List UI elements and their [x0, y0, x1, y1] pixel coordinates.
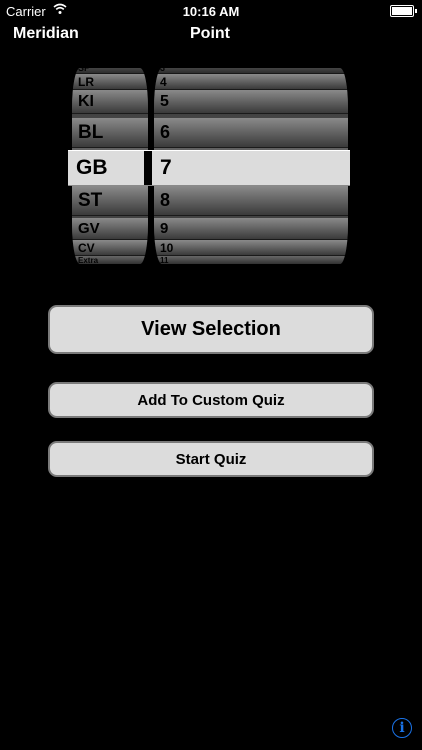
- point-option[interactable]: 11: [154, 256, 348, 264]
- add-to-custom-quiz-button[interactable]: Add To Custom Quiz: [48, 382, 374, 418]
- meridian-option[interactable]: GV: [72, 218, 148, 240]
- start-quiz-button[interactable]: Start Quiz: [48, 441, 374, 477]
- meridian-option[interactable]: LR: [72, 74, 148, 90]
- meridian-option[interactable]: BL: [72, 118, 148, 148]
- picker-selection-bar[interactable]: GB 7: [68, 150, 350, 186]
- view-selection-button[interactable]: View Selection: [48, 305, 374, 354]
- point-option[interactable]: 4: [154, 74, 348, 90]
- battery-icon: [390, 5, 417, 17]
- meridian-point-picker[interactable]: SP LR KI BL ST GV CV Extra 3 4 5 6 8 9 1…: [68, 68, 350, 264]
- meridian-option[interactable]: KI: [72, 90, 148, 114]
- status-bar: Carrier 10:16 AM: [0, 0, 422, 22]
- status-time: 10:16 AM: [182, 4, 240, 19]
- point-header: Point: [190, 25, 230, 42]
- point-option[interactable]: 5: [154, 90, 348, 114]
- point-option[interactable]: 10: [154, 240, 348, 256]
- meridian-option[interactable]: ST: [72, 186, 148, 216]
- point-option[interactable]: 8: [154, 186, 348, 216]
- meridian-option[interactable]: CV: [72, 240, 148, 256]
- info-icon[interactable]: i: [392, 718, 412, 738]
- selected-point[interactable]: 7: [154, 151, 350, 185]
- meridian-header: Meridian: [13, 25, 79, 42]
- selection-divider: [144, 151, 152, 185]
- point-option[interactable]: 9: [154, 218, 348, 240]
- meridian-option[interactable]: Extra: [72, 256, 148, 264]
- point-option[interactable]: 6: [154, 118, 348, 148]
- selected-meridian[interactable]: GB: [70, 151, 142, 185]
